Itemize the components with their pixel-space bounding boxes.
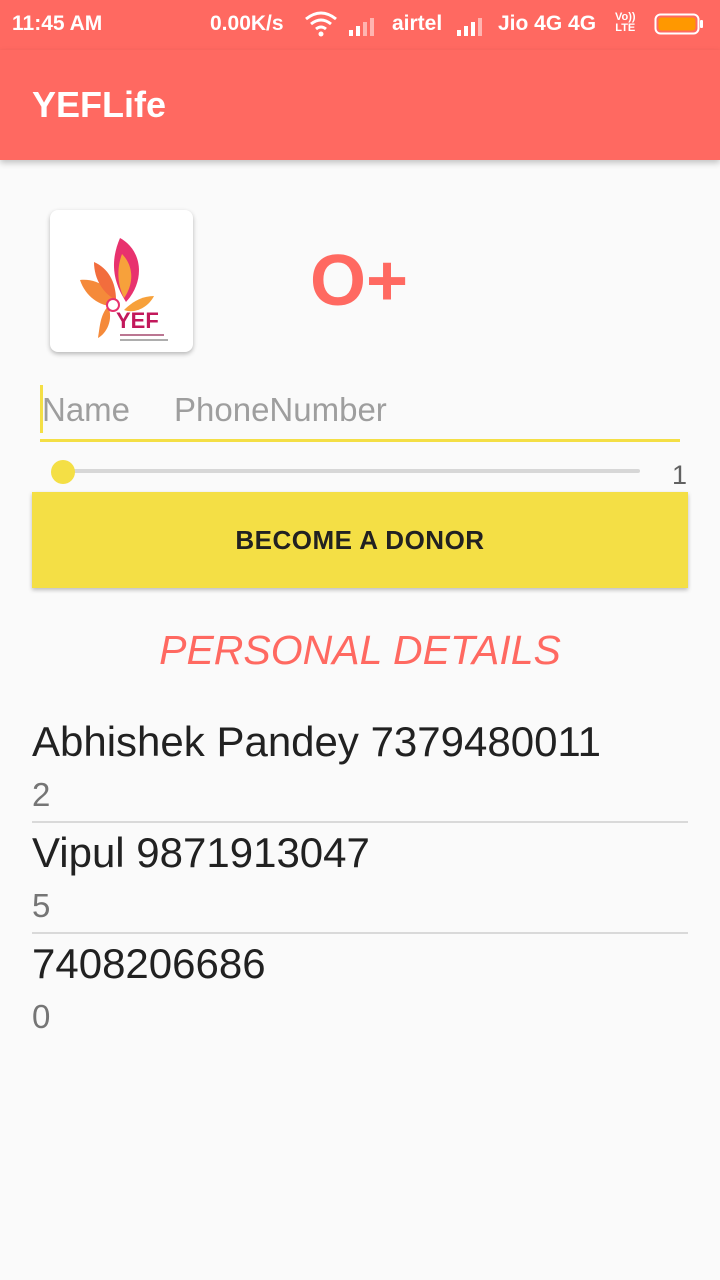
logo-text: YEF: [116, 308, 159, 333]
status-time: 11:45 AM: [12, 12, 103, 35]
volte-bottom-text: LTE: [615, 22, 636, 34]
donor-secondary-text: 0: [32, 998, 51, 1035]
battery-icon: [654, 13, 704, 35]
app-logo: YEF: [50, 210, 193, 352]
blood-group-label: O+: [310, 241, 409, 321]
carrier-name-2: Jio 4G 4G: [498, 12, 597, 35]
slider-thumb[interactable]: [51, 460, 75, 484]
donor-primary-text: Abhishek Pandey 7379480011: [32, 718, 602, 765]
signal-icon: [456, 14, 488, 42]
network-speed: 0.00K/s: [210, 12, 284, 35]
volte-icon: Vo)) LTE: [615, 12, 636, 34]
flame-logo-icon: YEF: [80, 238, 168, 341]
app-title: YEFLife: [32, 84, 167, 125]
carrier-name-1: airtel: [392, 12, 443, 35]
donor-list: Abhishek Pandey 7379480011 2 Vipul 98719…: [32, 712, 688, 1043]
app-bar: YEFLife: [0, 50, 720, 160]
signal-icon: [348, 14, 380, 42]
donor-secondary-text: 2: [32, 776, 51, 813]
become-donor-button[interactable]: BECOME A DONOR: [32, 492, 688, 588]
slider-track[interactable]: [62, 469, 640, 473]
status-bar: 11:45 AM 0.00K/s airtel Jio 4G 4G Vo)) L…: [0, 0, 720, 50]
donor-primary-text: 7408206686: [32, 940, 266, 987]
wifi-icon: [304, 10, 338, 44]
list-item[interactable]: 7408206686 0: [32, 934, 688, 1043]
donor-secondary-text: 5: [32, 887, 51, 924]
donor-input-field[interactable]: Name PhoneNumber: [40, 383, 680, 442]
donor-primary-text: Vipul 9871913047: [32, 829, 370, 876]
list-item[interactable]: Vipul 9871913047 5: [32, 823, 688, 934]
name-placeholder[interactable]: Name: [42, 391, 130, 429]
section-title: PERSONAL DETAILS: [159, 627, 561, 673]
slider-value: 1: [672, 460, 688, 490]
phone-number-placeholder[interactable]: PhoneNumber: [174, 391, 387, 429]
list-item[interactable]: Abhishek Pandey 7379480011 2: [32, 712, 688, 823]
